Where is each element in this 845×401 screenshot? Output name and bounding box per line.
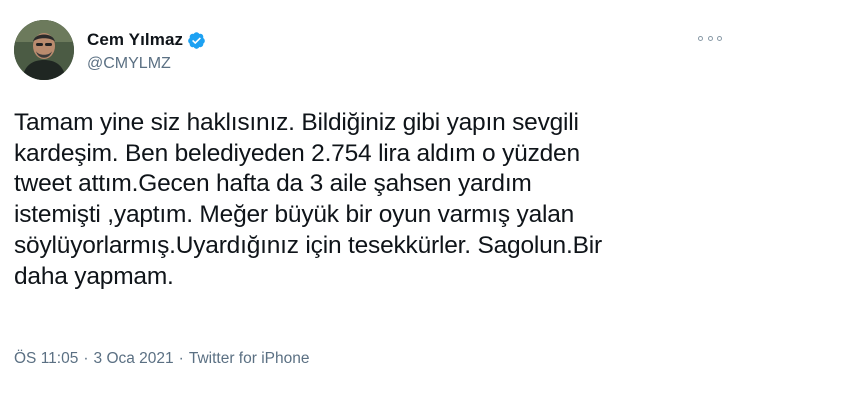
tweet-time: ÖS 11:05	[14, 350, 79, 367]
more-options-icon[interactable]	[698, 31, 722, 45]
more-dot	[698, 35, 703, 41]
tweet-source-link[interactable]: Twitter for iPhone	[189, 350, 310, 368]
verified-badge-icon	[187, 31, 206, 50]
tweet-text: Tamam yine siz haklısınız. Bildiğiniz gi…	[14, 109, 602, 290]
author-handle[interactable]: @CMYLMZ	[87, 55, 171, 73]
tweet-card: Cem Yılmaz @CMYLMZ Tamam yine siz haklıs…	[0, 0, 845, 401]
more-dot	[717, 35, 722, 41]
tweet-timestamp-link[interactable]: ÖS 11:05 · 3 Oca 2021	[14, 350, 174, 368]
meta-separator: ·	[178, 350, 184, 367]
tweet-date: 3 Oca 2021	[93, 350, 174, 367]
author-display-name[interactable]: Cem Yılmaz	[87, 30, 183, 50]
author-name-row: Cem Yılmaz	[87, 29, 206, 51]
more-dot	[707, 35, 713, 41]
profile-photo-icon	[14, 20, 74, 80]
meta-separator: ·	[83, 350, 89, 367]
tweet-metadata: ÖS 11:05 · 3 Oca 2021 · Twitter for iPhone	[14, 350, 309, 368]
avatar[interactable]	[14, 20, 74, 80]
